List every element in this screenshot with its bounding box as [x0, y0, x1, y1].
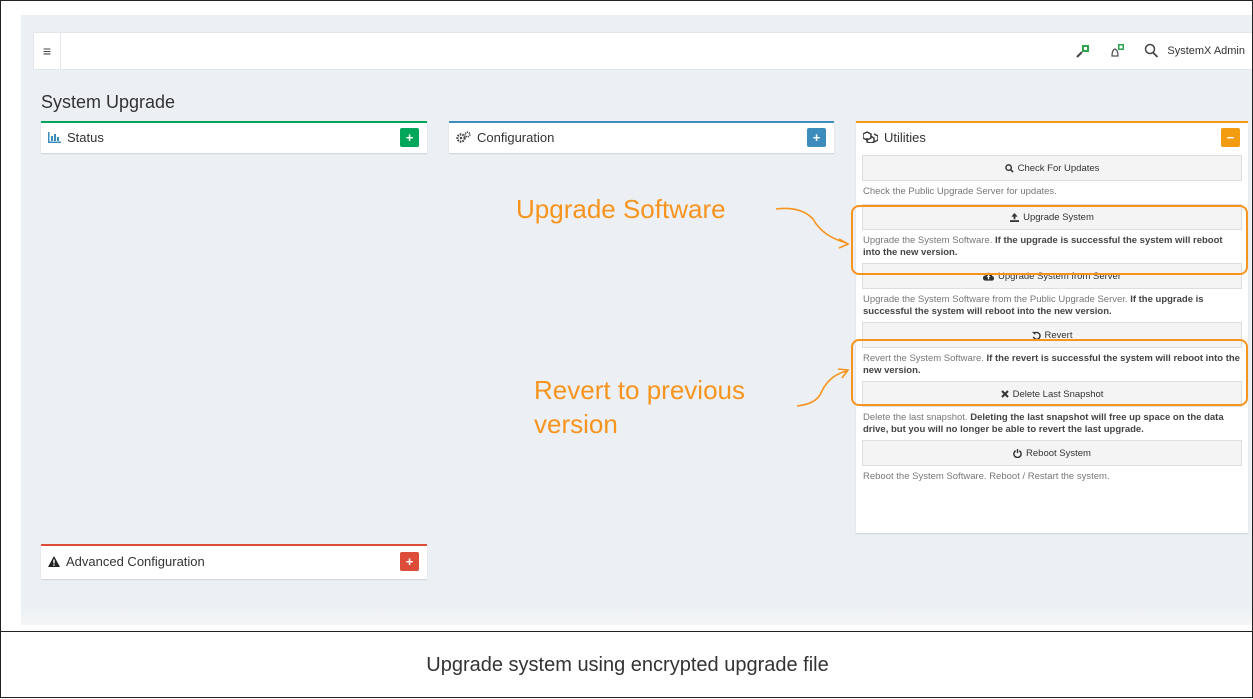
- figure-frame: ≡ SystemX Admin System Upgrade Status + …: [0, 0, 1253, 698]
- annotation-arrows: [775, 207, 850, 407]
- figure-caption: Upgrade system using encrypted upgrade f…: [1, 631, 1253, 699]
- upgrade-arrow: [775, 207, 848, 244]
- revert-arrow: [796, 370, 848, 407]
